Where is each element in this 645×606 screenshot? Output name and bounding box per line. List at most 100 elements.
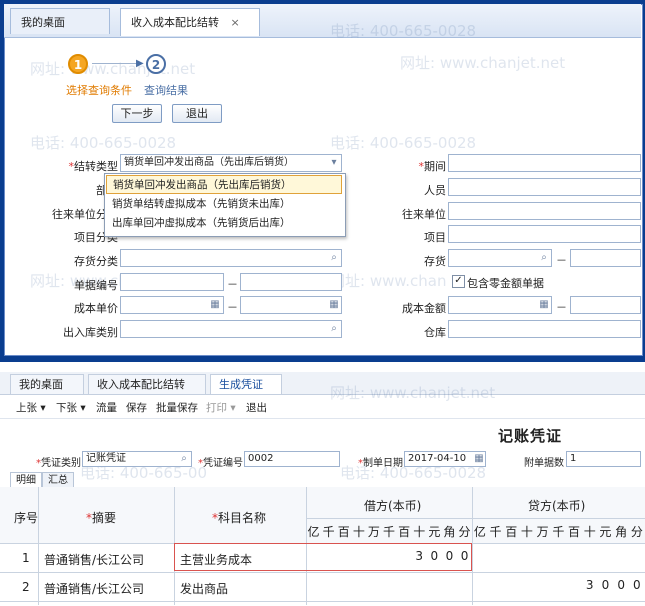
calculator-icon[interactable]: ▦	[328, 299, 340, 311]
row-account[interactable]: 主营业务成本	[180, 551, 252, 568]
tab-generate-voucher[interactable]: 生成凭证×	[210, 374, 282, 411]
col-summary: *摘要	[86, 511, 117, 525]
cash-flow-button[interactable]: 流量	[96, 400, 117, 415]
digit-cell: 万	[367, 525, 380, 539]
stock-from-field[interactable]	[448, 249, 552, 267]
digit-cell: 百	[568, 525, 581, 539]
search-icon[interactable]: ⌕	[328, 252, 340, 264]
save-button[interactable]: 保存	[126, 400, 147, 415]
warehouse-label: 仓库	[424, 326, 446, 339]
next-step-button[interactable]: 下一步	[112, 104, 162, 123]
io-category-field[interactable]	[120, 320, 342, 338]
step-2-label[interactable]: 查询结果	[144, 82, 188, 98]
tab-desktop[interactable]: 我的桌面	[10, 8, 110, 34]
dropdown-option[interactable]: 销货单结转虚拟成本（先销货未出库）	[106, 195, 342, 214]
range-dash: －	[227, 278, 238, 291]
digit-cell: 千	[322, 525, 335, 539]
transfer-type-dropdown: 销货单回冲发出商品（先出库后销货） 销货单结转虚拟成本（先销货未出库） 出库单回…	[104, 173, 346, 237]
period-field[interactable]	[448, 154, 641, 172]
attachments-label: 附单据数	[524, 458, 564, 469]
exit-button[interactable]: 退出	[246, 400, 267, 415]
voucher-number-field[interactable]: 0002	[244, 451, 340, 467]
project-field[interactable]	[448, 225, 641, 243]
col-account: *科目名称	[212, 511, 267, 525]
step-1-circle: 1	[68, 54, 88, 74]
digit-cell: 0	[601, 578, 610, 592]
digit-cell: 元	[599, 525, 612, 539]
credit-digit-header: 亿千百十万千百十元角分	[472, 523, 645, 541]
warehouse-field[interactable]	[448, 320, 641, 338]
tab-detail[interactable]: 明细	[10, 472, 42, 488]
cost-amount-from-field[interactable]	[448, 296, 552, 314]
calculator-icon[interactable]: ▦	[538, 299, 550, 311]
unit-cost-label: 成本单价	[74, 302, 118, 315]
stock-category-field[interactable]	[120, 249, 342, 267]
voucher-title: 记账凭证	[498, 427, 563, 445]
dropdown-option[interactable]: 销货单回冲发出商品（先出库后销货）	[106, 175, 342, 194]
tab-label: 我的桌面	[21, 16, 65, 29]
col-debit: 借方(本币)	[364, 499, 422, 513]
watermark: 网址: www.chan	[330, 272, 447, 290]
voucher-type-field[interactable]: 记账凭证	[82, 451, 192, 467]
search-icon[interactable]: ⌕	[178, 453, 190, 465]
digit-cell: 十	[413, 525, 426, 539]
tab-income-cost-matching[interactable]: 收入成本配比结转 ×	[120, 8, 260, 36]
step-connector	[92, 63, 138, 64]
row-summary[interactable]: 普通销售/长江公司	[44, 551, 144, 568]
tab-income-cost-matching[interactable]: 收入成本配比结转×	[88, 374, 206, 411]
row-credit-amount[interactable]: 3000	[472, 578, 645, 596]
watermark: 网址: www.chanjet.net	[30, 60, 196, 78]
digit-cell: 元	[428, 525, 441, 539]
chevron-down-icon[interactable]: ▾	[328, 157, 340, 169]
close-icon[interactable]: ×	[231, 16, 240, 29]
include-zero-checkbox[interactable]: ✓	[452, 275, 465, 288]
digit-cell: 亿	[473, 525, 486, 539]
tab-summary[interactable]: 汇总	[42, 472, 74, 488]
tab-label: 收入成本配比结转	[131, 16, 219, 29]
partner-field[interactable]	[448, 202, 641, 220]
attachments-field[interactable]: 1	[566, 451, 641, 467]
project-label: 项目	[424, 231, 446, 244]
doc-number-to-field[interactable]	[240, 273, 342, 291]
digit-cell: 十	[352, 525, 365, 539]
made-date-label: *制单日期	[358, 458, 403, 469]
grid-line	[0, 601, 645, 602]
batch-save-button[interactable]: 批量保存	[156, 400, 198, 415]
row-summary[interactable]: 普通销售/长江公司	[44, 580, 144, 597]
cost-amount-to-field[interactable]	[570, 296, 641, 314]
search-icon[interactable]: ⌕	[538, 252, 550, 264]
calculator-icon[interactable]: ▦	[209, 299, 221, 311]
include-zero-label: 包含零金额单据	[467, 277, 544, 290]
stock-category-label: 存货分类	[74, 255, 118, 268]
staff-field[interactable]	[448, 178, 641, 196]
range-dash: －	[556, 301, 567, 314]
unit-cost-to-field[interactable]	[240, 296, 342, 314]
print-button[interactable]: 打印 ▾	[206, 400, 236, 415]
digit-cell: 分	[630, 525, 643, 539]
row-seq: 1	[22, 551, 30, 565]
tab-desktop[interactable]: 我的桌面	[10, 374, 84, 394]
row-seq: 2	[22, 580, 30, 594]
calendar-icon[interactable]: ▦	[473, 453, 485, 465]
window-gap	[0, 362, 645, 372]
row-debit-amount[interactable]: 3000	[306, 549, 472, 567]
stock-label: 存货	[424, 255, 446, 268]
doc-number-label: 单据编号	[74, 279, 118, 292]
digit-cell: 万	[536, 525, 549, 539]
range-dash: －	[227, 301, 238, 314]
next-voucher-button[interactable]: 下张 ▾	[56, 400, 86, 415]
stock-to-field[interactable]	[570, 249, 641, 267]
attachments-value: 1	[570, 453, 577, 464]
search-icon[interactable]: ⌕	[328, 323, 340, 335]
prev-voucher-button[interactable]: 上张 ▾	[16, 400, 46, 415]
voucher-type-value: 记账凭证	[86, 453, 126, 464]
doc-number-from-field[interactable]	[120, 273, 224, 291]
watermark: 网址: www.chanjet.net	[400, 54, 566, 72]
transfer-type-select[interactable]: 销货单回冲发出商品（先出库后销货）	[120, 154, 342, 172]
digit-cell: 0	[617, 578, 625, 592]
exit-button[interactable]: 退出	[172, 104, 222, 123]
range-dash: －	[556, 254, 567, 267]
step-1-label[interactable]: 选择查询条件	[66, 82, 132, 98]
row-account[interactable]: 发出商品	[180, 580, 228, 597]
dropdown-option[interactable]: 出库单回冲虚拟成本（先销货后出库）	[106, 214, 342, 233]
